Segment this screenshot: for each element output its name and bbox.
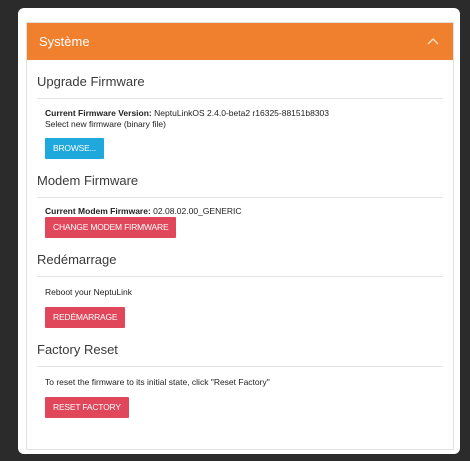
modem-version-label: Current Modem Firmware: — [45, 206, 151, 216]
reboot-title: Redémarrage — [37, 238, 443, 277]
reboot-button[interactable]: REDÉMARRAGE — [45, 307, 126, 328]
firmware-version-value: NeptuLinkOS 2.4.0-beta2 r16325-88151b830… — [154, 108, 329, 118]
modem-version-line: Current Modem Firmware: 02.08.02.00_GENE… — [45, 206, 435, 217]
panel-title: Système — [39, 34, 90, 49]
window: Système Upgrade Firmware Current Firmwar… — [18, 8, 460, 454]
reboot-section: Redémarrage Reboot your NeptuLink REDÉMA… — [27, 238, 453, 328]
firmware-version-line: Current Firmware Version: NeptuLinkOS 2.… — [45, 108, 435, 119]
modem-title: Modem Firmware — [37, 159, 443, 198]
change-modem-firmware-button[interactable]: CHANGE MODEM FIRMWARE — [45, 217, 177, 238]
modem-version-value: 02.08.02.00_GENERIC — [153, 206, 242, 216]
factory-section: Factory Reset To reset the firmware to i… — [27, 328, 453, 418]
chevron-up-icon[interactable] — [425, 34, 441, 50]
firmware-version-label: Current Firmware Version: — [45, 108, 152, 118]
panel-header[interactable]: Système — [27, 23, 453, 60]
reboot-text: Reboot your NeptuLink — [45, 287, 132, 297]
browse-button[interactable]: BROWSE... — [45, 138, 105, 159]
upgrade-title: Upgrade Firmware — [37, 60, 443, 99]
factory-text: To reset the firmware to its initial sta… — [45, 377, 270, 387]
factory-title: Factory Reset — [37, 328, 443, 367]
system-panel: Système Upgrade Firmware Current Firmwar… — [26, 22, 454, 450]
reset-factory-button[interactable]: RESET FACTORY — [45, 397, 129, 418]
modem-section: Modem Firmware Current Modem Firmware: 0… — [27, 159, 453, 238]
firmware-hint: Select new firmware (binary file) — [45, 119, 166, 129]
upgrade-section: Upgrade Firmware Current Firmware Versio… — [27, 60, 453, 159]
